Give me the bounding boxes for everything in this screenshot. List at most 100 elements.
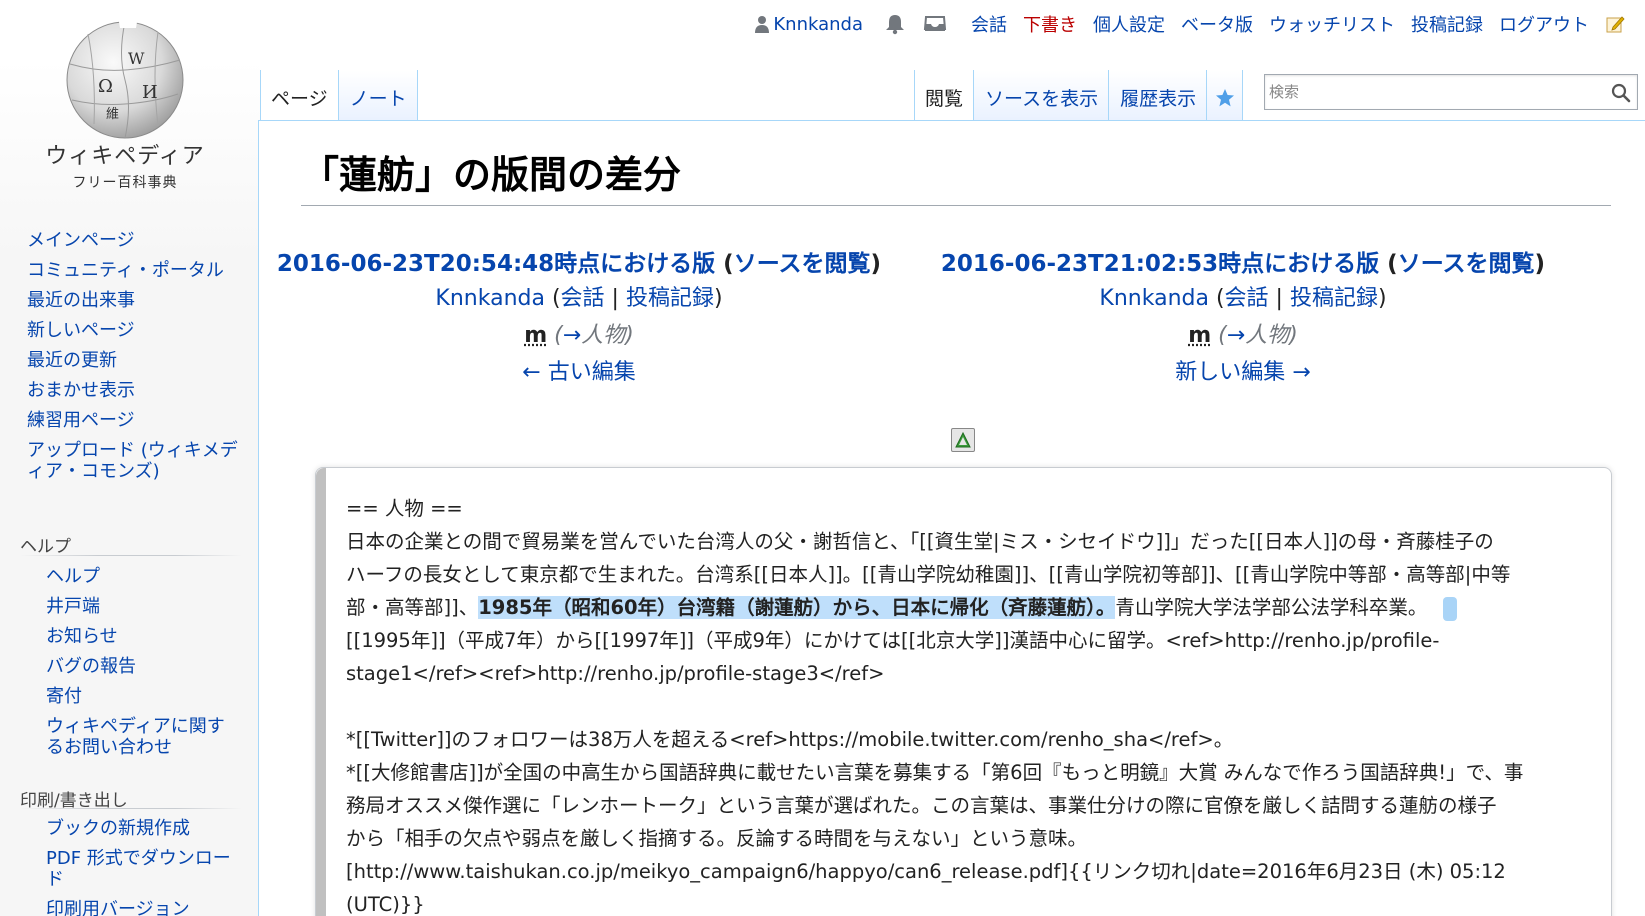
newer-edit-link[interactable]: 新しい編集 → <box>923 355 1563 391</box>
diff-text: 青山学院大学法学部公法学科卒業。 <box>1115 596 1428 619</box>
user-icon <box>755 16 770 33</box>
old-revision-user-link[interactable]: Knnkanda <box>435 286 545 311</box>
section-arrow-link[interactable]: → <box>1227 323 1245 348</box>
watchlist-link[interactable]: ウォッチリスト <box>1269 11 1395 37</box>
diff-line: *[[大修館書店]]が全国の中高生から国語辞典に載せたい言葉を募集する「第6回『… <box>346 761 1524 784</box>
old-revision-link[interactable]: 2016-06-23T20:54:48時点における版 <box>277 251 715 277</box>
old-revision-summary-line: m (→人物) <box>524 323 634 348</box>
beta-link[interactable]: ベータ版 <box>1181 11 1253 37</box>
contributions-link[interactable]: 投稿記録 <box>1411 11 1483 37</box>
tab-talk[interactable]: ノート <box>338 70 418 120</box>
nav-help[interactable]: ヘルプ <box>46 566 242 587</box>
diff-line-section-heading: == 人物 == <box>346 497 463 520</box>
notification-bell-icon[interactable] <box>883 13 907 35</box>
nav-create-book[interactable]: ブックの新規作成 <box>46 818 242 839</box>
logo-glyph-3: И <box>142 82 158 103</box>
tab-history[interactable]: 履歴表示 <box>1109 70 1208 120</box>
old-revision-user-contribs-link[interactable]: 投稿記録 <box>626 286 714 311</box>
nav-recent-changes[interactable]: 最近の更新 <box>27 350 242 371</box>
username: Knnkanda <box>773 13 863 35</box>
nav-community-portal[interactable]: コミュニティ・ポータル <box>27 260 242 281</box>
old-revision-user-line: Knnkanda (会話 | 投稿記録) <box>435 286 723 311</box>
old-revision-source-link[interactable]: ソースを閲覧 <box>734 251 871 277</box>
new-revision-title-line: 2016-06-23T21:02:53時点における版 (ソースを閲覧) <box>923 247 1563 281</box>
search-input[interactable] <box>1269 77 1599 107</box>
nav-village-pump[interactable]: 井戸端 <box>46 596 242 617</box>
user-page-link[interactable]: Knnkanda <box>755 14 863 35</box>
paren-open: ( <box>715 251 734 277</box>
section-name: 人物 <box>1245 323 1290 348</box>
diff-line: 日本の企業との間で貿易業を営んでいた台湾人の父・謝哲信と、「[[資生堂|ミス・シ… <box>346 530 1494 553</box>
diff-line: [http://www.taishukan.co.jp/meikyo_campa… <box>346 860 1506 883</box>
search-box <box>1264 74 1638 110</box>
diff-line: [[1995年]]（平成7年）から[[1997年]]（平成9年）にかけては[[北… <box>346 629 1440 652</box>
new-revision-user-link[interactable]: Knnkanda <box>1099 286 1209 311</box>
diff-line-changed: 部・高等部]]、1985年（昭和60年）台湾籍（謝蓮舫）から、日本に帰化（斉藤蓮… <box>346 591 1583 624</box>
diff-line: ハーフの長女として東京都で生まれた。台湾系[[日本人]]。[[青山学院幼稚園]]… <box>346 563 1511 586</box>
nav-contact[interactable]: ウィキペディアに関するお問い合わせ <box>46 716 242 758</box>
help-heading: ヘルプ <box>20 537 71 557</box>
watch-star-icon <box>1216 89 1235 107</box>
diff-line: stage1</ref><ref>http://renho.jp/profile… <box>346 662 885 685</box>
diff-line-blank <box>346 690 1583 723</box>
old-revision-title-line: 2016-06-23T20:54:48時点における版 (ソースを閲覧) <box>259 247 899 281</box>
edit-note-icon[interactable] <box>1605 14 1625 34</box>
print-divider <box>20 808 242 809</box>
watch-star-tab[interactable] <box>1207 70 1244 120</box>
older-edit-link[interactable]: ← 古い編集 <box>259 355 899 391</box>
section-name: 人物 <box>581 323 626 348</box>
change-marker <box>1443 596 1458 621</box>
page-title: 「蓮舫」の版間の差分 <box>301 151 1611 206</box>
talk-link[interactable]: 会話 <box>971 11 1007 37</box>
new-revision-user-talk-link[interactable]: 会話 <box>1225 286 1269 311</box>
new-revision-link[interactable]: 2016-06-23T21:02:53時点における版 <box>941 251 1379 277</box>
main-navigation: メインページ コミュニティ・ポータル 最近の出来事 新しいページ 最近の更新 お… <box>27 230 242 491</box>
namespace-tabs: ページ ノート <box>260 70 418 120</box>
diff-old-revision-header: 2016-06-23T20:54:48時点における版 (ソースを閲覧) Knnk… <box>259 247 899 391</box>
view-tabs: 閲覧 ソースを表示 履歴表示 <box>914 70 1244 120</box>
nav-sandbox[interactable]: 練習用ページ <box>27 410 242 431</box>
nav-new-pages[interactable]: 新しいページ <box>27 320 242 341</box>
nav-bug-report[interactable]: バグの報告 <box>46 656 242 677</box>
diff-line: から「相手の欠点や弱点を厳しく指摘する。反論する時間を与えない」という意味。 <box>346 827 1088 850</box>
diff-content-box: == 人物 == 日本の企業との間で貿易業を営んでいた台湾人の父・謝哲信と、「[… <box>315 467 1612 916</box>
logo-glyph-2: W <box>128 49 145 68</box>
nav-random-page[interactable]: おまかせ表示 <box>27 380 242 401</box>
section-arrow-link[interactable]: → <box>563 323 581 348</box>
notification-tray-icon[interactable] <box>923 13 947 35</box>
logout-link[interactable]: ログアウト <box>1499 11 1589 37</box>
minor-edit-flag: m <box>524 323 548 348</box>
diff-line: 務局オススメ傑作選に「レンホートーク」という言葉が選ばれた。この言葉は、事業仕分… <box>346 794 1497 817</box>
nav-main-page[interactable]: メインページ <box>27 230 242 251</box>
old-revision-user-talk-link[interactable]: 会話 <box>561 286 605 311</box>
new-revision-source-link[interactable]: ソースを閲覧 <box>1398 251 1535 277</box>
paren-open: ( <box>1379 251 1398 277</box>
paren-close: ) <box>1534 251 1546 277</box>
delta-icon <box>955 432 971 448</box>
tab-read[interactable]: 閲覧 <box>914 70 975 120</box>
preferences-link[interactable]: 個人設定 <box>1093 11 1165 37</box>
sandbox-link[interactable]: 下書き <box>1023 11 1077 37</box>
left-sidebar: Ω W И 維 ウィキペディア フリー百科事典 メインページ コミュニティ・ポー… <box>0 0 260 916</box>
nav-announcements[interactable]: お知らせ <box>46 626 242 647</box>
logo-glyph-1: Ω <box>98 76 113 97</box>
new-revision-user-contribs-link[interactable]: 投稿記録 <box>1290 286 1378 311</box>
search-icon[interactable] <box>1609 81 1633 105</box>
new-revision-user-line: Knnkanda (会話 | 投稿記録) <box>1099 286 1387 311</box>
nav-upload-commons[interactable]: アップロード (ウィキメディア・コモンズ) <box>27 440 242 482</box>
new-revision-summary-line: m (→人物) <box>1188 323 1298 348</box>
nav-current-events[interactable]: 最近の出来事 <box>27 290 242 311</box>
print-navigation: ブックの新規作成 PDF 形式でダウンロード 印刷用バージョン <box>46 818 242 916</box>
diff-view-toggle-button[interactable] <box>951 428 975 452</box>
puzzle-globe-icon: Ω W И 維 <box>66 16 184 139</box>
tab-page[interactable]: ページ <box>260 70 339 120</box>
help-divider <box>20 555 242 556</box>
personal-tools: Knnkanda 会話 下書き 個人設定 ベータ版 ウォッチリスト 投稿記録 ロ… <box>755 10 1625 38</box>
paren-close: ) <box>870 251 882 277</box>
logo-tagline: フリー百科事典 <box>72 175 178 191</box>
wikipedia-logo[interactable]: Ω W И 維 ウィキペディア フリー百科事典 <box>40 14 210 194</box>
nav-donate[interactable]: 寄付 <box>46 686 242 707</box>
nav-printable-version[interactable]: 印刷用バージョン <box>46 899 242 916</box>
tab-view-source[interactable]: ソースを表示 <box>974 70 1110 120</box>
nav-download-pdf[interactable]: PDF 形式でダウンロード <box>46 848 242 890</box>
